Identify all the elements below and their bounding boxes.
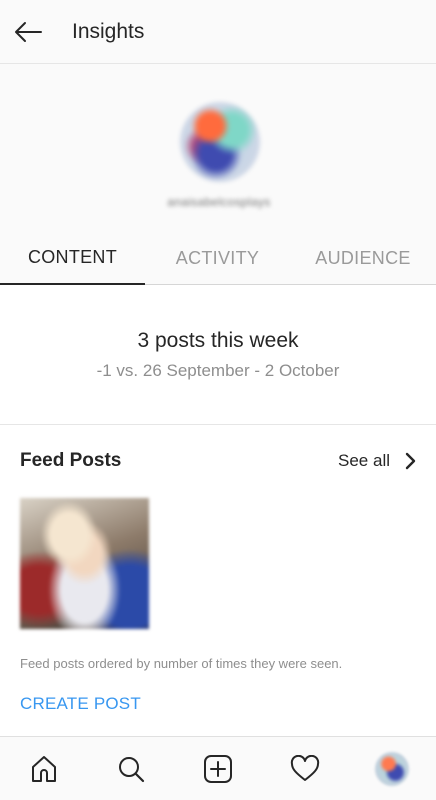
post-thumbnail[interactable]	[20, 498, 149, 629]
posts-comparison: -1 vs. 26 September - 2 October	[96, 361, 340, 380]
profile-avatar	[375, 751, 410, 786]
app-header: Insights	[0, 0, 436, 64]
chevron-right-icon	[405, 452, 416, 470]
bottom-nav	[0, 736, 436, 800]
nav-home[interactable]	[14, 739, 74, 799]
nav-activity[interactable]	[275, 739, 335, 799]
section-title: Feed Posts	[20, 450, 122, 471]
back-button[interactable]	[0, 0, 56, 64]
nav-add-post[interactable]	[188, 739, 248, 799]
feed-posts-section: Feed Posts See all Feed posts ordered by…	[0, 426, 436, 736]
weekly-summary: 3 posts this week -1 vs. 26 September - …	[0, 285, 436, 425]
profile-area: anaisabelcosplays	[0, 64, 436, 232]
heart-icon	[291, 754, 320, 781]
create-post-link[interactable]: CREATE POST	[20, 694, 141, 714]
nav-search[interactable]	[101, 739, 161, 799]
add-post-icon	[203, 754, 232, 783]
see-all-label: See all	[338, 451, 390, 470]
see-all-button[interactable]: See all	[338, 451, 416, 471]
username: anaisabelcosplays	[167, 195, 271, 209]
feed-posts-note: Feed posts ordered by number of times th…	[20, 656, 343, 671]
nav-profile[interactable]	[362, 739, 422, 799]
search-icon	[118, 756, 144, 782]
home-icon	[31, 755, 56, 782]
insights-tabs: CONTENT ACTIVITY AUDIENCE	[0, 232, 436, 285]
tab-activity[interactable]: ACTIVITY	[145, 232, 290, 285]
arrow-left-icon	[15, 21, 42, 42]
avatar	[180, 102, 260, 182]
page-title: Insights	[72, 19, 145, 43]
feed-posts-header: Feed Posts See all	[20, 450, 416, 472]
tab-content[interactable]: CONTENT	[0, 232, 145, 285]
posts-count: 3 posts this week	[137, 329, 299, 352]
tab-audience[interactable]: AUDIENCE	[290, 232, 436, 285]
